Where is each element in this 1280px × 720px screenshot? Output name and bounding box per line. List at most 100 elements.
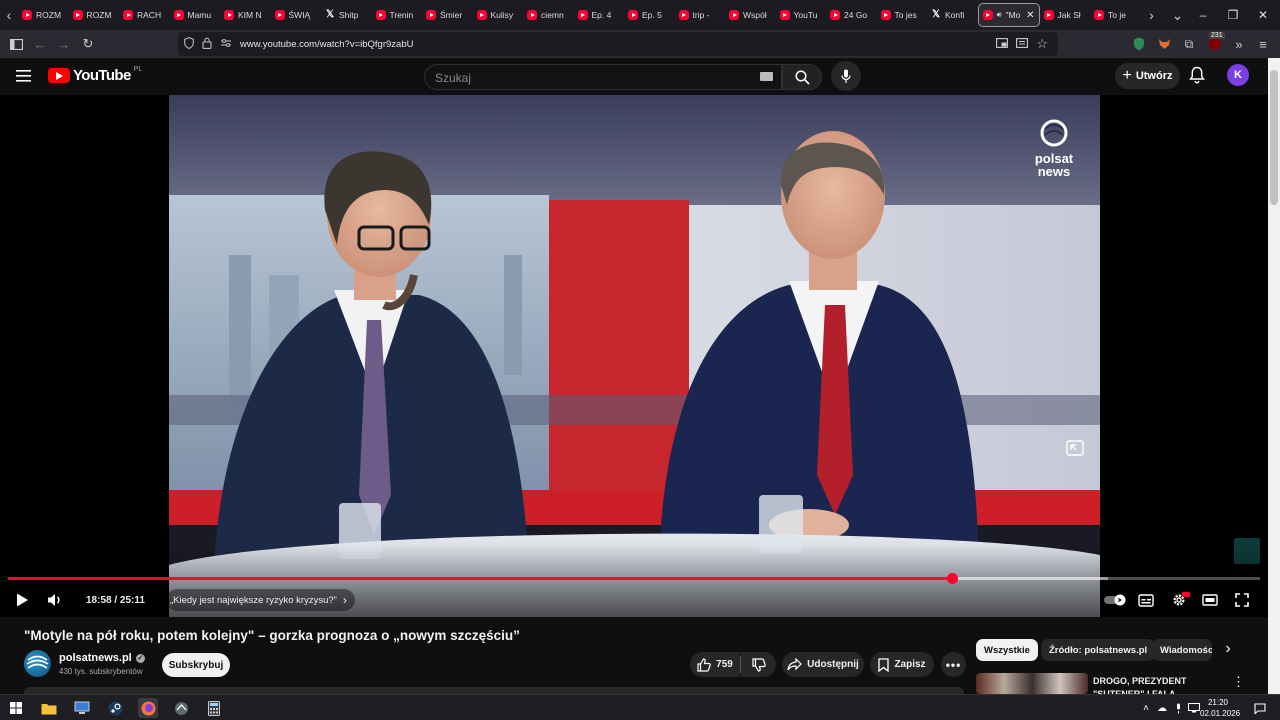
minimize-icon[interactable]: – — [1188, 0, 1218, 30]
file-explorer-icon[interactable] — [39, 698, 59, 718]
chapter-button[interactable]: „Kiedy jest największe ryzyko kryzysu?” … — [166, 589, 355, 611]
create-button[interactable]: + Utwórz — [1115, 63, 1180, 89]
broadcaster-logo-line2: news — [1038, 164, 1071, 179]
chip-source[interactable]: Źródło: polsatnews.pl — [1041, 639, 1156, 661]
channel-avatar[interactable] — [24, 650, 51, 677]
video-frame[interactable]: polsat news — [169, 95, 1100, 617]
chip-news[interactable]: Wiadomości — [1152, 639, 1212, 661]
mute-button[interactable] — [45, 589, 65, 611]
app-icon[interactable] — [171, 698, 191, 718]
browser-tab[interactable]: Trenin — [372, 3, 423, 27]
pc-monitor-icon[interactable] — [72, 698, 92, 718]
more-tools-icon[interactable]: » — [1230, 35, 1248, 53]
url-text[interactable]: www.youtube.com/watch?v=ibQfgr9zabU — [240, 39, 413, 50]
dislike-button[interactable] — [741, 652, 776, 677]
play-button[interactable] — [12, 589, 32, 611]
browser-tab[interactable]: 𝕏 Konfi — [927, 3, 978, 27]
tab-label: Współ — [743, 10, 767, 20]
recommendation-title[interactable]: DROGO, PREZYDENT "SUTENER" I FALA UKRAIŃ… — [1093, 675, 1228, 694]
browser-tab[interactable]: RACH — [119, 3, 170, 27]
notifications-bell-icon[interactable] — [1189, 66, 1209, 86]
browser-tab[interactable]: ŚWIĄ — [271, 3, 322, 27]
browser-tab[interactable]: Kulisy — [473, 3, 524, 27]
like-button[interactable]: 759 — [690, 652, 740, 677]
browser-tab[interactable]: Jak Sł — [1040, 3, 1091, 27]
chips-next-icon[interactable]: › — [1220, 640, 1236, 660]
picture-in-picture-icon[interactable] — [996, 37, 1009, 51]
recommendation-thumbnail[interactable] — [976, 673, 1088, 694]
browser-tab-active[interactable]: 🔊︎ "Mo ✕ — [977, 3, 1040, 27]
fullscreen-button[interactable] — [1233, 589, 1251, 611]
search-button[interactable] — [782, 64, 822, 90]
shield-icon[interactable] — [184, 36, 194, 52]
browser-tab[interactable]: 𝕏 Shitp — [321, 3, 372, 27]
youtube-icon — [982, 10, 993, 20]
window-close-icon[interactable]: ✕ — [1248, 0, 1278, 30]
browser-tab[interactable]: Ep. 5 — [624, 3, 675, 27]
tab-label: trip - — [692, 10, 710, 20]
video-player[interactable]: polsat news 18:58 / 25:11 „Kiedy jest na… — [0, 95, 1268, 617]
recommendation-more-icon[interactable]: ⋮ — [1232, 674, 1245, 690]
browser-tab[interactable]: Współ — [725, 3, 776, 27]
permissions-icon[interactable] — [220, 38, 232, 51]
browser-tab[interactable]: ROZM — [18, 3, 69, 27]
voice-search-button[interactable] — [831, 61, 861, 91]
browser-tab[interactable]: ROZM — [69, 3, 120, 27]
tab-audio-speaker-icon[interactable]: 🔊︎ — [997, 10, 1002, 20]
share-button[interactable]: Udostępnij — [782, 652, 864, 677]
tabs-scroll-right-icon[interactable]: › — [1143, 0, 1161, 30]
tab-list-chevron-down-icon[interactable]: ⌄ — [1169, 0, 1187, 30]
progress-scrubber-handle[interactable] — [947, 573, 958, 584]
back-icon[interactable]: ← — [31, 35, 49, 53]
browser-tab[interactable]: YouTu — [776, 3, 827, 27]
subscribe-button[interactable]: Subskrybuj — [162, 653, 230, 677]
youtube-logo[interactable]: YouTube PL — [48, 66, 142, 84]
miniplayer-icon[interactable] — [1066, 440, 1084, 456]
keyboard-icon[interactable] — [760, 72, 773, 81]
more-actions-button[interactable]: ••• — [941, 652, 966, 677]
youtube-icon — [375, 10, 386, 20]
tab-close-icon[interactable]: ✕ — [1026, 10, 1034, 21]
extensions-puzzle-icon[interactable]: ⧉ — [1180, 35, 1198, 53]
forward-icon[interactable]: → — [55, 35, 73, 53]
calculator-icon[interactable] — [204, 698, 224, 718]
youtube-icon — [123, 10, 133, 20]
tab-sidebar-icon[interactable] — [7, 35, 25, 53]
browser-tab[interactable]: 24 Go — [826, 3, 877, 27]
browser-tab[interactable]: To jes — [877, 3, 928, 27]
firefox-icon[interactable] — [138, 698, 158, 718]
reload-icon[interactable]: ↻ — [79, 35, 97, 53]
browser-tab[interactable]: Mamu — [170, 3, 221, 27]
youtube-icon — [476, 10, 487, 20]
reader-view-icon[interactable] — [1016, 37, 1029, 51]
subtitles-button[interactable] — [1137, 589, 1155, 611]
steam-icon[interactable] — [105, 698, 125, 718]
browser-tab[interactable]: ciemn — [523, 3, 574, 27]
url-bar[interactable]: www.youtube.com/watch?v=ibQfgr9zabU ☆ — [178, 32, 1058, 56]
tabs-scroll-left-icon[interactable]: ‹ — [0, 0, 18, 30]
browser-tab[interactable]: Śmier — [422, 3, 473, 27]
theater-mode-button[interactable] — [1201, 589, 1219, 611]
page-scrollbar[interactable] — [1268, 58, 1280, 694]
extension-shield-icon[interactable] — [1130, 35, 1148, 53]
restore-icon[interactable]: ❐ — [1218, 0, 1248, 30]
channel-name-link[interactable]: polsatnews.pl ✓ — [59, 652, 145, 664]
notifications-icon[interactable] — [1250, 698, 1270, 718]
browser-tab[interactable]: trip - — [675, 3, 726, 27]
search-input[interactable]: Szukaj — [424, 64, 782, 90]
autoplay-toggle[interactable] — [1103, 589, 1127, 611]
system-clock[interactable]: 21:20 02.01.2026 — [1200, 697, 1240, 719]
hamburger-menu-icon[interactable] — [16, 69, 32, 83]
extension-fox-icon[interactable] — [1155, 35, 1173, 53]
browser-tab[interactable]: To je — [1090, 3, 1141, 27]
lock-icon[interactable] — [202, 37, 212, 52]
account-avatar[interactable]: K — [1227, 64, 1249, 86]
chip-all[interactable]: Wszystkie — [976, 639, 1038, 661]
menu-icon[interactable]: ≡ — [1254, 35, 1272, 53]
browser-tab[interactable]: KIM N — [220, 3, 271, 27]
save-button[interactable]: Zapisz — [870, 652, 934, 677]
bookmark-star-icon[interactable]: ☆ — [1036, 36, 1048, 52]
scrollbar-thumb[interactable] — [1270, 70, 1278, 205]
browser-tab[interactable]: Ep. 4 — [574, 3, 625, 27]
windows-start-icon[interactable] — [6, 698, 26, 718]
